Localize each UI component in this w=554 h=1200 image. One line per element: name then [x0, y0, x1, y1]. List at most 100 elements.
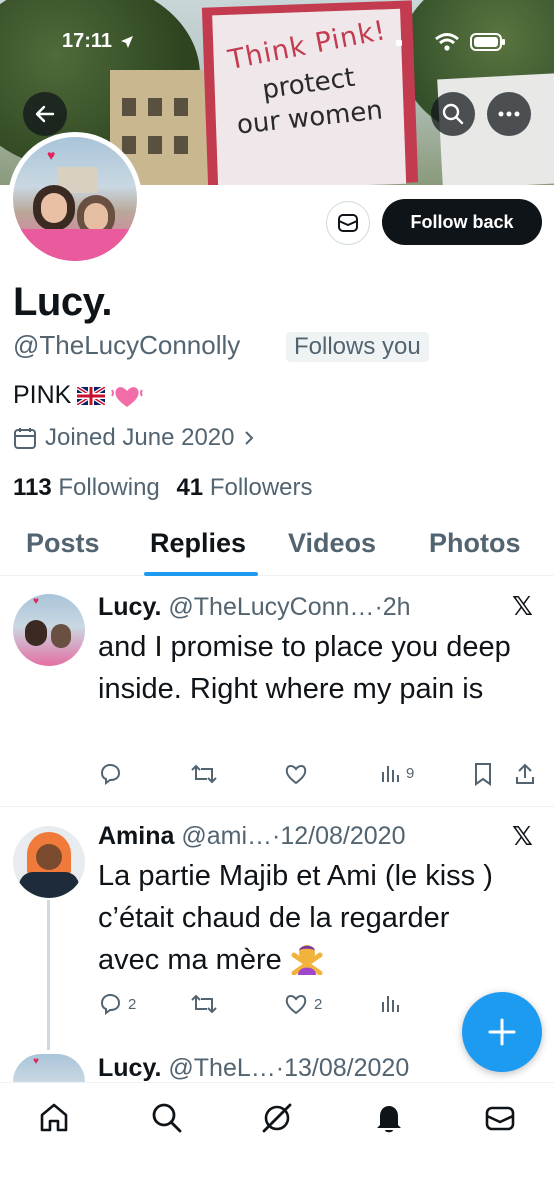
post-author-handle: @TheL…: [168, 1054, 276, 1082]
envelope-icon: [338, 214, 358, 232]
post-author-name[interactable]: Lucy.: [98, 1054, 161, 1082]
avatar-person-face: [84, 203, 108, 231]
message-button[interactable]: [326, 201, 370, 245]
bookmark-icon: [475, 763, 491, 786]
post-time: ·12/08/2020: [272, 822, 406, 850]
avatar-clothes: [19, 872, 79, 898]
followers-link[interactable]: 41 Followers: [176, 474, 312, 501]
bookmark-button[interactable]: [472, 762, 494, 786]
status-time: 17:11: [62, 30, 134, 53]
tab-replies[interactable]: Replies: [150, 528, 246, 559]
repost-button[interactable]: [190, 762, 218, 786]
tab-videos[interactable]: Videos: [288, 528, 376, 559]
repost-icon: [191, 994, 217, 1014]
heart-icon: ♥: [47, 147, 56, 163]
uk-flag-icon: [77, 386, 106, 405]
joined-date[interactable]: Joined June 2020: [13, 424, 255, 452]
post-header: Amina @ami…·12/08/2020: [98, 822, 405, 851]
follow-back-button[interactable]: Follow back: [382, 199, 542, 245]
search-icon[interactable]: [150, 1101, 184, 1135]
more-icon: [498, 111, 520, 117]
back-button[interactable]: [23, 92, 67, 136]
back-arrow-icon: [35, 105, 55, 123]
like-button[interactable]: 2: [284, 992, 322, 1016]
avatar-photo: ♥: [13, 137, 137, 261]
plus-icon: [488, 1018, 516, 1046]
x-logo-icon: 𝕏: [512, 592, 533, 622]
joined-text: Joined June 2020: [45, 424, 235, 451]
battery-icon: [470, 33, 505, 51]
follows-you-badge: Follows you: [286, 332, 429, 362]
compose-button[interactable]: [462, 992, 542, 1072]
like-button[interactable]: [284, 762, 308, 786]
thread-line: [47, 900, 50, 1050]
grok-icon[interactable]: [260, 1101, 294, 1135]
post-header: Lucy. @TheLucyConn…·2h: [98, 593, 411, 622]
post-actions: 9: [98, 762, 544, 792]
analytics-icon: [382, 766, 399, 782]
post-author-handle: @ami…: [181, 822, 273, 850]
status-time-text: 17:11: [62, 30, 113, 52]
post-divider: [0, 806, 554, 807]
heart-icon: ♥: [33, 1056, 39, 1067]
x-logo-icon: 𝕏: [512, 822, 533, 852]
more-button[interactable]: [487, 92, 531, 136]
profile-bio: PINK: [13, 381, 144, 410]
reply-button[interactable]: 2: [98, 992, 136, 1016]
avatar-face: [36, 844, 62, 870]
notifications-bell-icon[interactable]: [372, 1101, 406, 1135]
reply-icon: [100, 993, 121, 1015]
post-text: and I promise to place you deep inside. …: [98, 631, 511, 705]
profile-avatar[interactable]: ♥: [8, 132, 142, 266]
reply-icon: [100, 763, 121, 785]
post-avatar[interactable]: [13, 826, 85, 898]
avatar-person-face: [41, 193, 67, 223]
status-bar: 17:11: [0, 20, 554, 64]
messages-icon[interactable]: [483, 1101, 517, 1135]
profile-name: Lucy.: [13, 280, 113, 324]
post-avatar[interactable]: ♥: [13, 1054, 85, 1082]
status-icons: [394, 32, 514, 56]
bio-text: PINK: [13, 381, 72, 409]
tab-photos[interactable]: Photos: [429, 528, 521, 559]
avatar-pink-clothes: [21, 229, 129, 261]
post-author-name[interactable]: Amina: [98, 822, 174, 850]
analytics-icon: [382, 996, 399, 1012]
signal-dot-icon: [396, 40, 402, 46]
person-gesturing-no-emoji-icon: [291, 945, 323, 976]
views-count: 9: [406, 764, 415, 782]
profile-handle: @TheLucyConnolly: [13, 330, 241, 360]
wifi-icon: [435, 33, 459, 51]
repost-icon: [191, 764, 217, 784]
search-button[interactable]: [431, 92, 475, 136]
post-time: ·13/08/2020: [275, 1054, 410, 1082]
following-link[interactable]: 113 Following: [13, 474, 160, 501]
post-header: Lucy. @TheL…·13/08/2020: [98, 1054, 409, 1083]
post-text: La partie Majib et Ami (le kiss ) c’étai…: [98, 855, 518, 981]
search-icon: [442, 103, 464, 125]
reply-count: 2: [128, 995, 137, 1013]
share-icon: [516, 763, 534, 784]
calendar-icon: [14, 428, 36, 449]
chevron-right-icon: [244, 431, 253, 445]
tab-posts[interactable]: Posts: [26, 528, 100, 559]
views-button[interactable]: 9: [380, 762, 414, 784]
repost-button[interactable]: [190, 992, 218, 1016]
post-author-name[interactable]: Lucy.: [98, 593, 161, 621]
reply-button[interactable]: [98, 762, 122, 786]
like-count: 2: [314, 995, 323, 1013]
follow-counts: 113 Following 41 Followers: [13, 474, 313, 502]
post-time: ·2h: [374, 593, 411, 621]
post-actions: 2 2: [98, 992, 438, 1022]
vibrating-heart-icon: [111, 386, 144, 407]
post-avatar[interactable]: ♥: [13, 594, 85, 666]
profile-tabs: Posts Replies Videos Photos: [0, 518, 554, 576]
active-tab-indicator: [144, 572, 258, 576]
heart-outline-icon: [285, 995, 307, 1015]
home-icon[interactable]: [37, 1101, 71, 1135]
views-button[interactable]: [380, 992, 400, 1014]
heart-icon: ♥: [33, 596, 39, 607]
post-author-handle: @TheLucyConn…: [168, 593, 375, 621]
share-button[interactable]: [514, 762, 536, 786]
heart-outline-icon: [285, 765, 307, 785]
